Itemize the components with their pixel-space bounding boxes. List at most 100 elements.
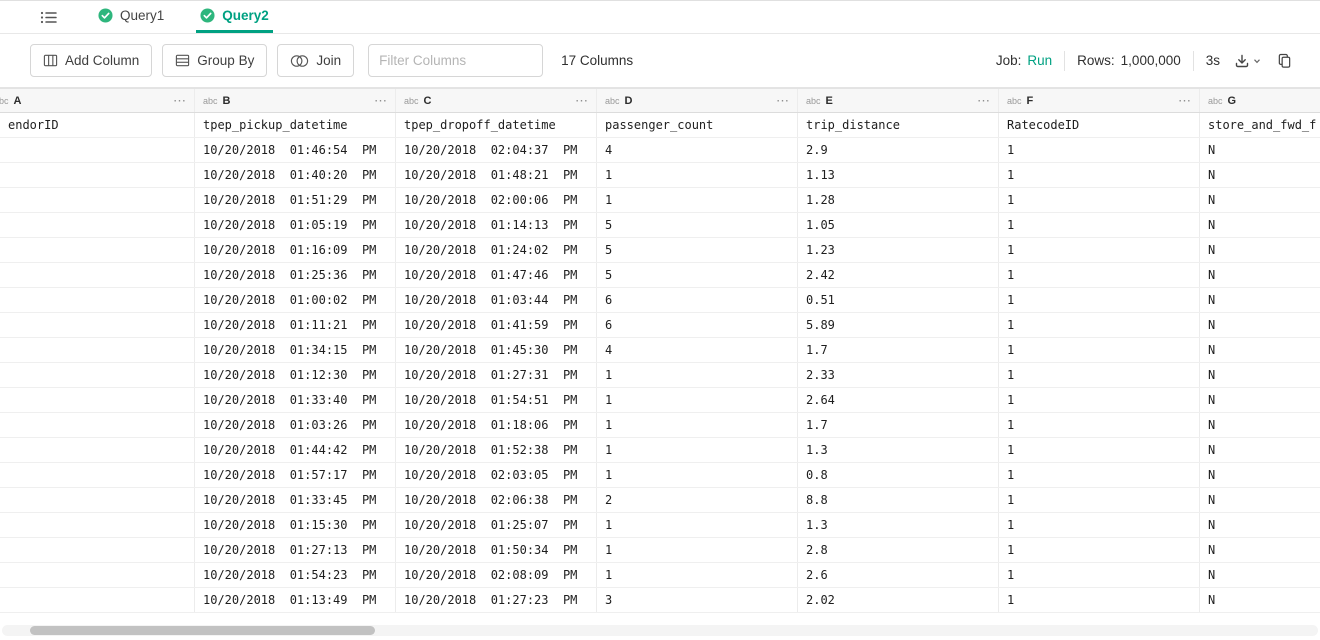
cell[interactable]: 1	[999, 463, 1200, 487]
cell[interactable]: endorID	[0, 113, 195, 137]
cell[interactable]: 10/20/2018 01:16:09 PM	[195, 238, 396, 262]
tab-query1[interactable]: Query1	[94, 1, 168, 33]
cell[interactable]: N	[1200, 138, 1320, 162]
column-menu-icon[interactable]: ⋯	[770, 93, 789, 109]
cell[interactable]	[0, 538, 195, 562]
cell[interactable]: 1	[999, 163, 1200, 187]
cell[interactable]: 10/20/2018 01:25:36 PM	[195, 263, 396, 287]
cell[interactable]	[0, 388, 195, 412]
cell[interactable]: 1	[597, 563, 798, 587]
cell[interactable]: 1	[597, 188, 798, 212]
cell[interactable]: 1	[999, 388, 1200, 412]
cell[interactable]: 5	[597, 238, 798, 262]
cell[interactable]: 0.51	[798, 288, 999, 312]
cell[interactable]: 2.6	[798, 563, 999, 587]
cell[interactable]: 5	[597, 263, 798, 287]
cell[interactable]	[0, 238, 195, 262]
cell[interactable]: 1	[999, 188, 1200, 212]
cell[interactable]: N	[1200, 163, 1320, 187]
cell[interactable]: 10/20/2018 01:05:19 PM	[195, 213, 396, 237]
queries-list-button[interactable]	[34, 1, 64, 33]
cell[interactable]	[0, 413, 195, 437]
join-button[interactable]: Join	[277, 44, 354, 77]
cell[interactable]	[0, 188, 195, 212]
cell[interactable]: 10/20/2018 02:04:37 PM	[396, 138, 597, 162]
cell[interactable]: 10/20/2018 01:03:26 PM	[195, 413, 396, 437]
cell[interactable]: 10/20/2018 01:57:17 PM	[195, 463, 396, 487]
cell[interactable]: 10/20/2018 01:15:30 PM	[195, 513, 396, 537]
cell[interactable]: 1	[999, 213, 1200, 237]
tab-query2[interactable]: Query2	[196, 1, 273, 33]
cell[interactable]: 10/20/2018 01:27:23 PM	[396, 588, 597, 612]
cell[interactable]: 1.7	[798, 338, 999, 362]
column-header-F[interactable]: abcF⋯	[999, 89, 1200, 112]
cell[interactable]: 1	[999, 138, 1200, 162]
cell[interactable]: N	[1200, 188, 1320, 212]
cell[interactable]	[0, 513, 195, 537]
cell[interactable]: 6	[597, 313, 798, 337]
cell[interactable]: 2	[597, 488, 798, 512]
cell[interactable]: 10/20/2018 01:24:02 PM	[396, 238, 597, 262]
cell[interactable]: 1.28	[798, 188, 999, 212]
cell[interactable]	[0, 338, 195, 362]
cell[interactable]: 10/20/2018 01:40:20 PM	[195, 163, 396, 187]
cell[interactable]: 4	[597, 338, 798, 362]
cell[interactable]: 2.02	[798, 588, 999, 612]
cell[interactable]	[0, 313, 195, 337]
cell[interactable]: 10/20/2018 01:12:30 PM	[195, 363, 396, 387]
cell[interactable]: 1	[597, 388, 798, 412]
cell[interactable]: 10/20/2018 02:06:38 PM	[396, 488, 597, 512]
cell[interactable]: 1	[999, 488, 1200, 512]
cell[interactable]: N	[1200, 563, 1320, 587]
cell[interactable]: 1	[999, 263, 1200, 287]
cell[interactable]: N	[1200, 263, 1320, 287]
cell[interactable]: 10/20/2018 01:50:34 PM	[396, 538, 597, 562]
cell[interactable]: 10/20/2018 01:54:51 PM	[396, 388, 597, 412]
cell[interactable]: 10/20/2018 01:54:23 PM	[195, 563, 396, 587]
column-menu-icon[interactable]: ⋯	[1172, 93, 1191, 109]
cell[interactable]: 10/20/2018 01:18:06 PM	[396, 413, 597, 437]
cell[interactable]	[0, 488, 195, 512]
cell[interactable]	[0, 138, 195, 162]
cell[interactable]: 10/20/2018 01:34:15 PM	[195, 338, 396, 362]
cell[interactable]: N	[1200, 488, 1320, 512]
cell[interactable]: 10/20/2018 01:47:46 PM	[396, 263, 597, 287]
column-header-G[interactable]: abcG⋯	[1200, 89, 1320, 112]
cell[interactable]: 1.05	[798, 213, 999, 237]
column-menu-icon[interactable]: ⋯	[971, 93, 990, 109]
scrollbar-thumb[interactable]	[30, 626, 375, 635]
cell[interactable]: 1.3	[798, 438, 999, 462]
copy-button[interactable]	[1275, 51, 1294, 71]
cell[interactable]: 1	[999, 563, 1200, 587]
cell[interactable]: 1	[999, 338, 1200, 362]
cell[interactable]: 10/20/2018 01:14:13 PM	[396, 213, 597, 237]
cell[interactable]: N	[1200, 238, 1320, 262]
add-column-button[interactable]: Add Column	[30, 44, 152, 77]
cell[interactable]: 10/20/2018 01:45:30 PM	[396, 338, 597, 362]
cell[interactable]: passenger_count	[597, 113, 798, 137]
cell[interactable]	[0, 163, 195, 187]
cell[interactable]: 2.64	[798, 388, 999, 412]
cell[interactable]: 10/20/2018 01:11:21 PM	[195, 313, 396, 337]
cell[interactable]	[0, 363, 195, 387]
cell[interactable]: 1	[597, 363, 798, 387]
cell[interactable]: N	[1200, 363, 1320, 387]
column-header-A[interactable]: abcA⋯	[0, 89, 195, 112]
column-menu-icon[interactable]: ⋯	[167, 93, 186, 109]
horizontal-scrollbar[interactable]	[2, 625, 1318, 636]
cell[interactable]: 2.33	[798, 363, 999, 387]
cell[interactable]: N	[1200, 513, 1320, 537]
cell[interactable]: N	[1200, 313, 1320, 337]
cell[interactable]: 10/20/2018 01:52:38 PM	[396, 438, 597, 462]
cell[interactable]: 10/20/2018 01:41:59 PM	[396, 313, 597, 337]
cell[interactable]: 10/20/2018 01:25:07 PM	[396, 513, 597, 537]
cell[interactable]: 10/20/2018 01:03:44 PM	[396, 288, 597, 312]
cell[interactable]	[0, 438, 195, 462]
cell[interactable]: tpep_pickup_datetime	[195, 113, 396, 137]
cell[interactable]	[0, 213, 195, 237]
cell[interactable]: 1	[999, 238, 1200, 262]
download-button[interactable]	[1232, 51, 1263, 71]
cell[interactable]: 3	[597, 588, 798, 612]
column-header-C[interactable]: abcC⋯	[396, 89, 597, 112]
cell[interactable]: 1.3	[798, 513, 999, 537]
